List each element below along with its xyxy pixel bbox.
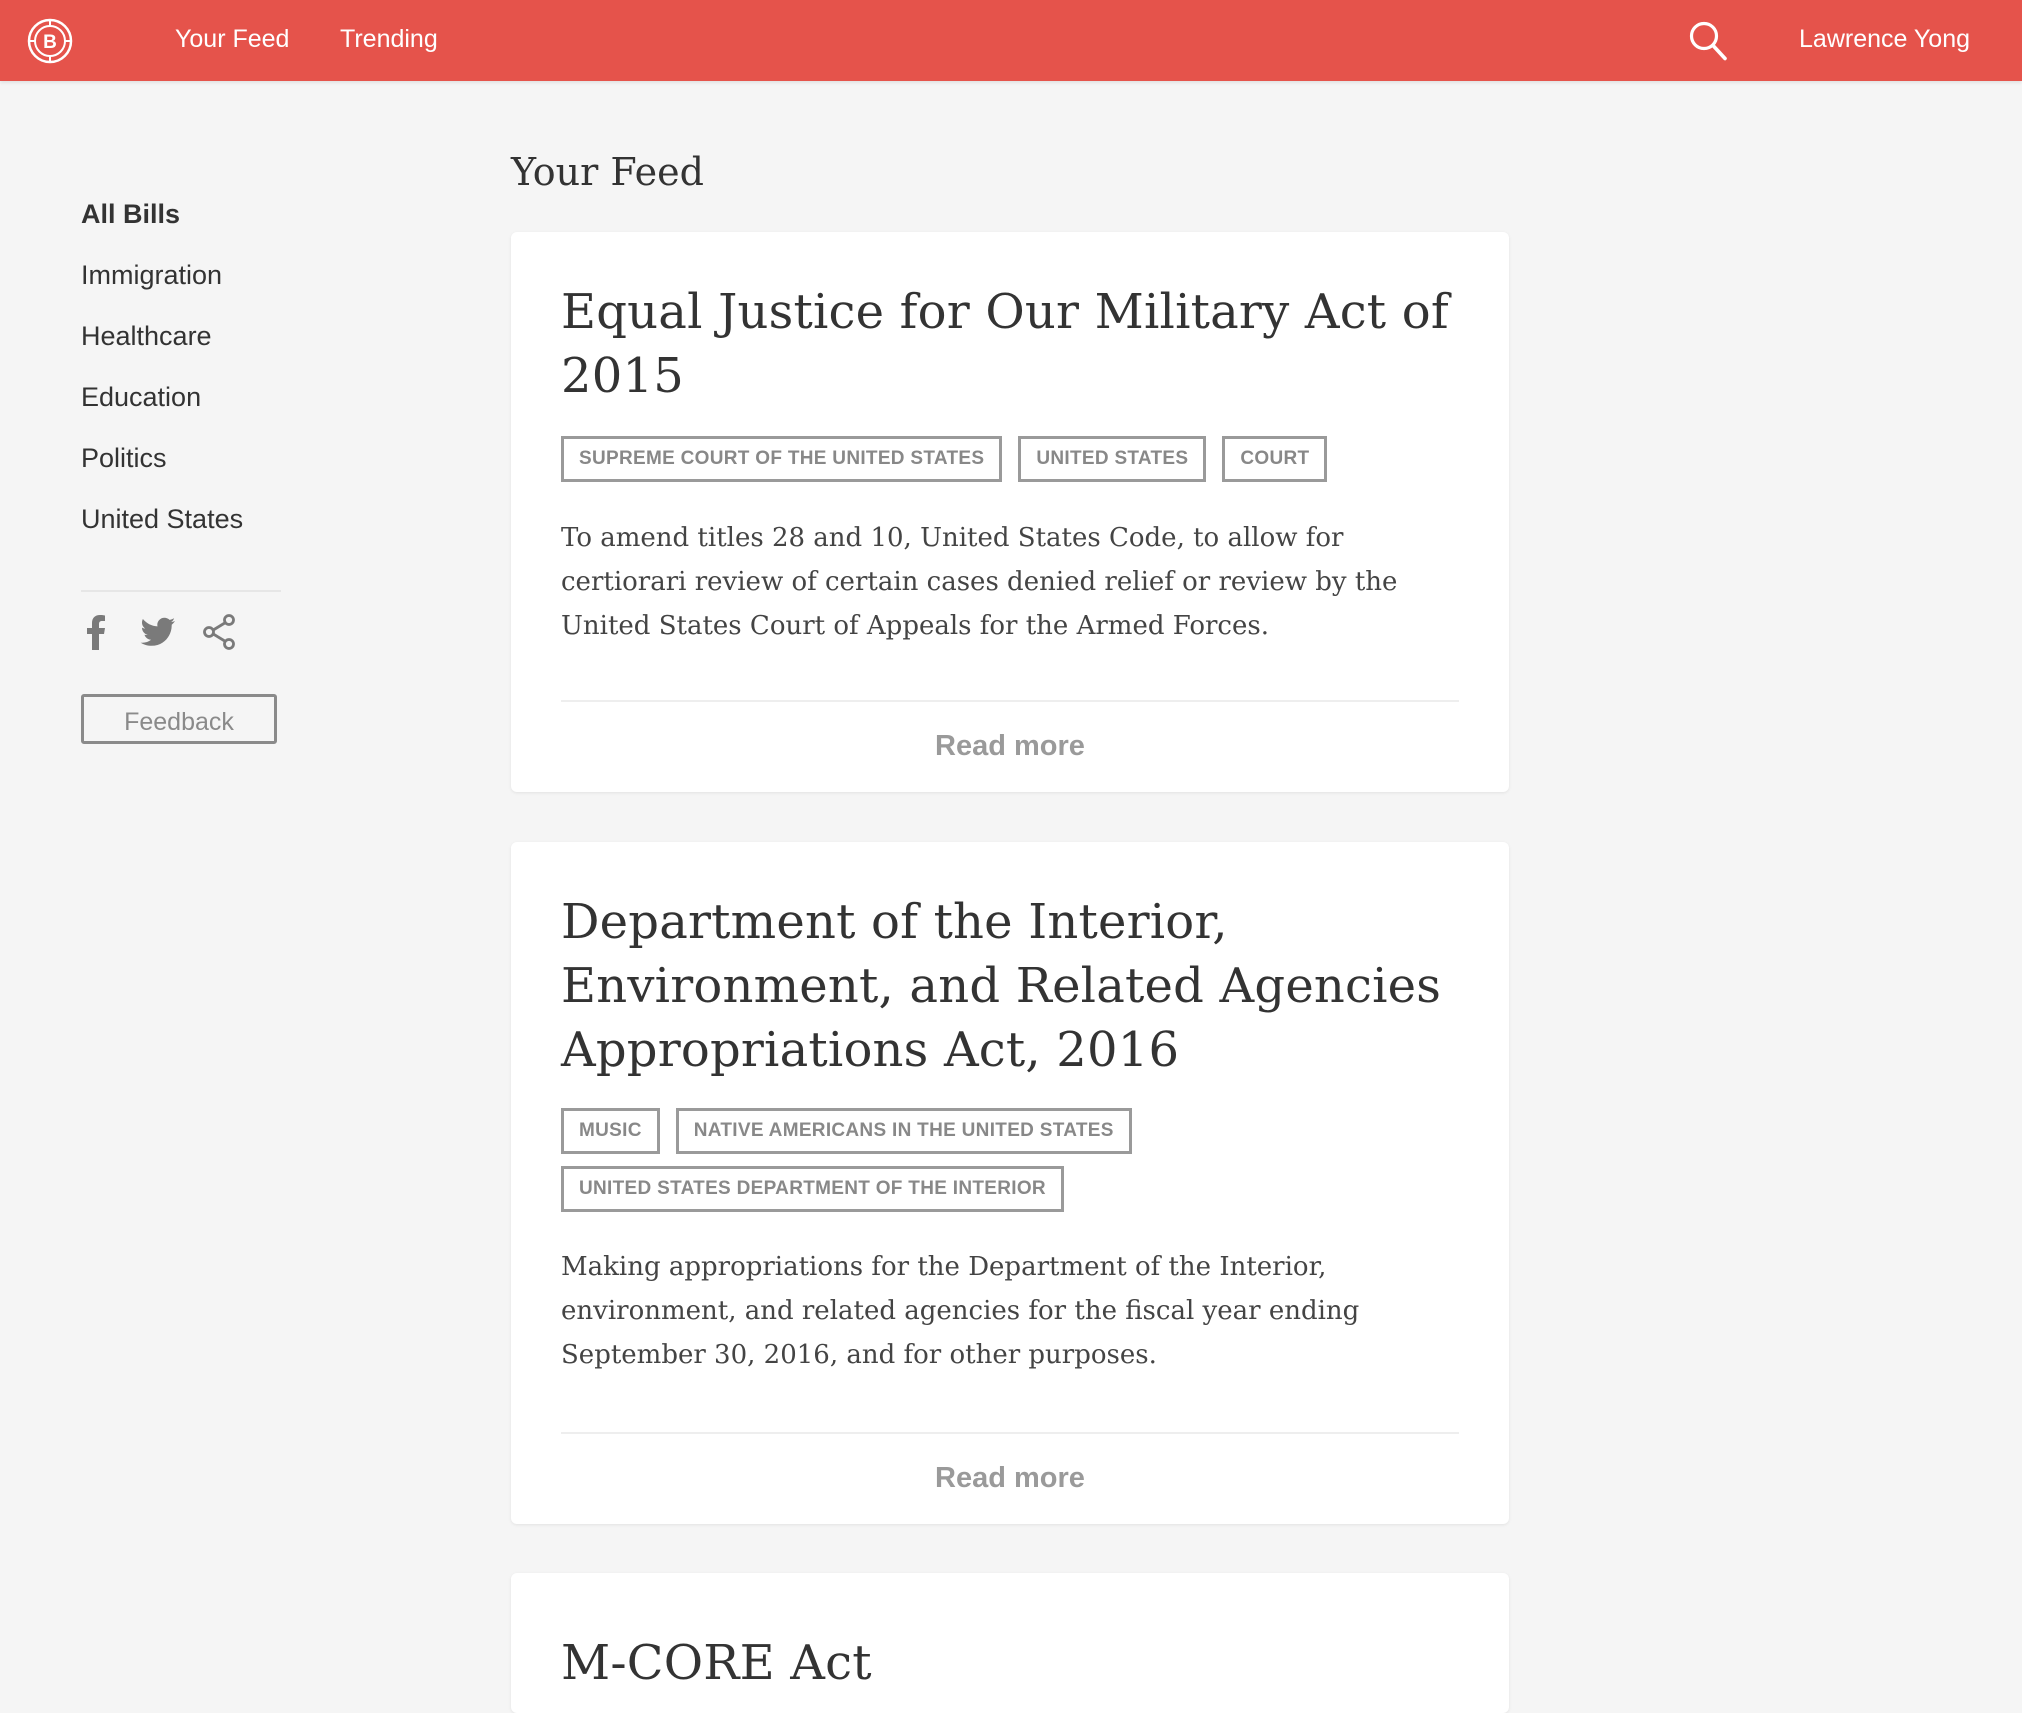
sidebar-item-immigration[interactable]: Immigration <box>81 257 281 318</box>
read-more-link[interactable]: Read more <box>511 1460 1509 1496</box>
facebook-icon[interactable] <box>85 614 107 650</box>
tag[interactable]: United States Department of the Interior <box>561 1166 1064 1212</box>
bill-title[interactable]: M-CORE Act <box>561 1631 1459 1695</box>
page-title: Your Feed <box>511 150 704 194</box>
share-icon[interactable] <box>202 614 236 650</box>
bill-card: Equal Justice for Our Military Act of 20… <box>511 232 1509 792</box>
sidebar-item-all-bills[interactable]: All Bills <box>81 196 281 257</box>
bill-title[interactable]: Department of the Interior, Environment,… <box>561 890 1459 1082</box>
nav-your-feed[interactable]: Your Feed <box>175 23 289 55</box>
tag-list: Music Native Americans in the United Stat… <box>561 1108 1459 1224</box>
tag[interactable]: Music <box>561 1108 660 1154</box>
bill-summary: Making appropriations for the Department… <box>561 1252 1360 1370</box>
sidebar-item-education[interactable]: Education <box>81 379 281 440</box>
sidebar-divider <box>81 590 281 592</box>
logo-icon[interactable]: B <box>26 17 74 65</box>
tag[interactable]: United States <box>1018 436 1207 482</box>
card-divider <box>561 700 1459 702</box>
tag-list: Supreme Court of the United States United… <box>561 436 1459 494</box>
bill-summary: To amend titles 28 and 10, United States… <box>561 523 1398 641</box>
logo-letter: B <box>43 32 57 53</box>
tag[interactable]: Supreme Court of the United States <box>561 436 1003 482</box>
user-menu[interactable]: Lawrence Yong <box>1799 23 1970 55</box>
tag[interactable]: Court <box>1222 436 1328 482</box>
bill-card: Department of the Interior, Environment,… <box>511 842 1509 1524</box>
sidebar: All Bills Immigration Healthcare Educati… <box>81 196 281 744</box>
twitter-icon[interactable] <box>140 614 176 650</box>
tag[interactable]: Native Americans in the United States <box>675 1108 1132 1154</box>
feedback-button[interactable]: Feedback <box>81 694 277 744</box>
bill-card: M-CORE Act <box>511 1573 1509 1713</box>
card-divider <box>561 1432 1459 1434</box>
sidebar-item-healthcare[interactable]: Healthcare <box>81 318 281 379</box>
search-icon[interactable] <box>1688 20 1728 62</box>
bill-title[interactable]: Equal Justice for Our Military Act of 20… <box>561 280 1459 408</box>
read-more-link[interactable]: Read more <box>511 728 1509 764</box>
sidebar-item-united-states[interactable]: United States <box>81 501 281 562</box>
top-navigation-bar: B Your Feed Trending Lawrence Yong <box>0 0 2022 81</box>
sidebar-item-politics[interactable]: Politics <box>81 440 281 501</box>
nav-trending[interactable]: Trending <box>340 23 438 55</box>
